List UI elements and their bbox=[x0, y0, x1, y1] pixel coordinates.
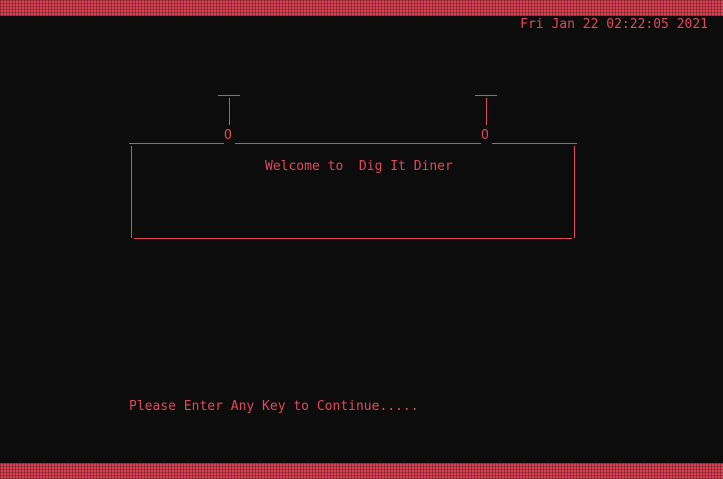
bottom-border-bar bbox=[0, 463, 723, 479]
right-hanger-ring: O bbox=[481, 128, 489, 143]
welcome-message: Welcome to Dig It Diner bbox=[265, 159, 453, 174]
left-hanger-ring: O bbox=[224, 128, 232, 143]
continue-prompt[interactable]: Please Enter Any Key to Continue..... bbox=[129, 399, 419, 415]
